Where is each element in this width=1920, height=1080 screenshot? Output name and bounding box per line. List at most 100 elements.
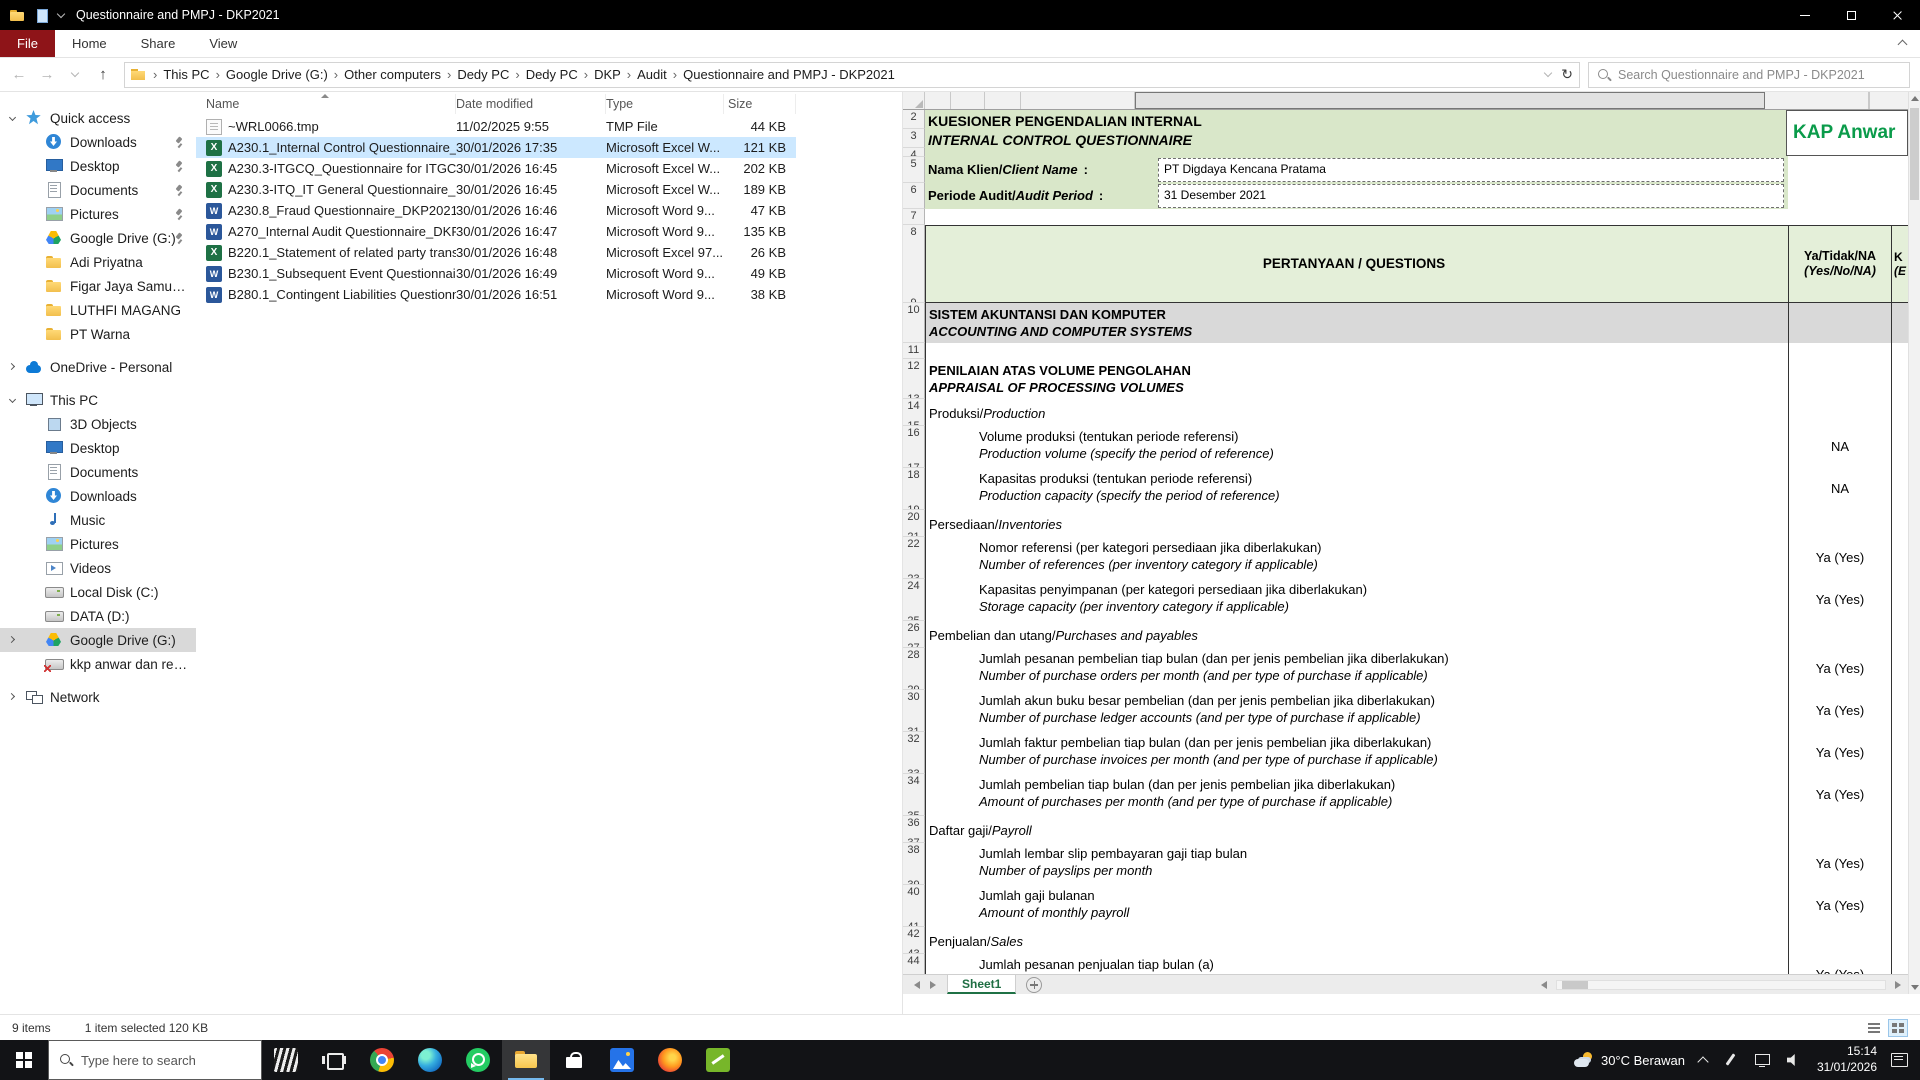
network-tray-icon[interactable] — [1753, 1052, 1771, 1068]
taskbar-app-button[interactable] — [454, 1040, 502, 1080]
taskbar-app-button[interactable] — [310, 1040, 358, 1080]
weather-widget[interactable]: 30°C Berawan — [1574, 1051, 1685, 1069]
breadcrumb-item[interactable]: › Other computers — [330, 67, 443, 82]
taskbar-app-button[interactable] — [502, 1040, 550, 1080]
breadcrumb-item[interactable]: › Google Drive (G:) — [212, 67, 330, 82]
sheet-nav-left-icon[interactable] — [914, 981, 920, 989]
breadcrumb-item[interactable]: › DKP — [580, 67, 623, 82]
sheet-nav-right-icon[interactable] — [930, 981, 936, 989]
expand-chevron-icon[interactable] — [8, 636, 15, 643]
sidebar-item[interactable]: Desktop — [0, 154, 196, 178]
expand-chevron-icon[interactable] — [9, 396, 16, 403]
address-bar[interactable]: › This PC › Google Drive (G:) › Other co… — [124, 62, 1580, 88]
breadcrumb-label[interactable]: Dedy PC — [455, 67, 511, 82]
sidebar-item[interactable]: 3D Objects — [0, 412, 196, 436]
sidebar-item[interactable]: Documents — [0, 178, 196, 202]
up-button[interactable]: ↑ — [90, 62, 116, 88]
sidebar-item[interactable]: DATA (D:) — [0, 604, 196, 628]
sidebar-item[interactable]: Network — [0, 685, 196, 709]
expand-chevron-icon[interactable] — [9, 114, 16, 121]
breadcrumb-item[interactable]: › Audit — [623, 67, 669, 82]
qat-properties-icon[interactable] — [34, 9, 50, 22]
sidebar-item[interactable]: Adi Priyatna — [0, 250, 196, 274]
sidebar-item[interactable]: Google Drive (G:) — [0, 628, 196, 652]
sidebar-item[interactable]: Desktop — [0, 436, 196, 460]
sidebar-item[interactable]: Pictures — [0, 202, 196, 226]
scroll-right-icon[interactable] — [1895, 981, 1901, 989]
vscroll-thumb[interactable] — [1910, 108, 1919, 200]
address-dropdown-icon[interactable] — [1544, 69, 1552, 77]
forward-button[interactable]: → — [34, 62, 60, 88]
breadcrumb-label[interactable]: Audit — [635, 67, 669, 82]
ribbon-tab[interactable]: File — [0, 30, 55, 57]
sidebar-item[interactable]: Downloads — [0, 484, 196, 508]
taskbar-clock[interactable]: 15:14 31/01/2026 — [1817, 1044, 1877, 1075]
column-header[interactable]: Date modified — [456, 94, 606, 114]
file-row[interactable]: A230.1_Internal Control Questionnaire_D.… — [196, 137, 796, 158]
file-row[interactable]: A230.3-ITQ_IT General Questionnaire_DK..… — [196, 179, 796, 200]
file-row[interactable]: A230.8_Fraud Questionnaire_DKP2021 30/01… — [196, 200, 796, 221]
recent-locations-button[interactable] — [62, 62, 88, 88]
breadcrumb-label[interactable]: Dedy PC — [524, 67, 580, 82]
start-button[interactable] — [0, 1040, 48, 1080]
ribbon-tab[interactable]: Share — [124, 30, 193, 57]
expand-chevron-icon[interactable] — [8, 363, 15, 370]
column-header[interactable]: Type — [606, 94, 724, 114]
taskbar-app-button[interactable] — [646, 1040, 694, 1080]
details-view-button[interactable] — [1864, 1019, 1884, 1037]
file-row[interactable]: A270_Internal Audit Questionnaire_DKP2..… — [196, 221, 796, 242]
breadcrumb-item[interactable]: › Dedy PC — [443, 67, 511, 82]
breadcrumb-item[interactable]: › Questionnaire and PMPJ - DKP2021 — [669, 67, 897, 82]
breadcrumb-label[interactable]: Google Drive (G:) — [224, 67, 330, 82]
vertical-scrollbar[interactable] — [1908, 92, 1920, 994]
sidebar-item[interactable]: Google Drive (G:) — [0, 226, 196, 250]
taskbar-app-button[interactable] — [550, 1040, 598, 1080]
file-row[interactable]: B220.1_Statement of related party transa… — [196, 242, 796, 263]
sidebar-item[interactable]: Figar Jaya Samudra — [0, 274, 196, 298]
taskbar-app-button[interactable] — [406, 1040, 454, 1080]
refresh-icon[interactable]: ↻ — [1561, 66, 1573, 83]
maximize-button[interactable] — [1828, 0, 1874, 30]
taskbar-app-button[interactable] — [262, 1040, 310, 1080]
taskbar-app-button[interactable] — [598, 1040, 646, 1080]
sidebar-item[interactable]: Documents — [0, 460, 196, 484]
expand-chevron-icon[interactable] — [8, 693, 15, 700]
thumbnail-view-button[interactable] — [1888, 1019, 1908, 1037]
file-row[interactable]: A230.3-ITGCQ_Questionnaire for ITGC_DK..… — [196, 158, 796, 179]
sidebar-item[interactable]: OneDrive - Personal — [0, 355, 196, 379]
taskbar-app-button[interactable] — [694, 1040, 742, 1080]
file-row[interactable]: ~WRL0066.tmp 11/02/2025 9:55 TMP File 44… — [196, 116, 796, 137]
hscroll-thumb[interactable] — [1562, 981, 1588, 989]
action-center-icon[interactable] — [1891, 1053, 1908, 1067]
breadcrumb-item[interactable]: › Dedy PC — [511, 67, 579, 82]
pen-tray-icon[interactable] — [1721, 1052, 1739, 1068]
sidebar-item[interactable]: kkp anwar dan rekan (\\1 — [0, 652, 196, 676]
explorer-search-box[interactable]: Search Questionnaire and PMPJ - DKP2021 — [1588, 62, 1910, 88]
scroll-up-icon[interactable] — [1911, 96, 1919, 101]
file-row[interactable]: B280.1_Contingent Liabilities Questionn.… — [196, 284, 796, 305]
ribbon-tab[interactable]: Home — [55, 30, 124, 57]
sheet-tab[interactable]: Sheet1 — [947, 975, 1016, 994]
sidebar-item[interactable]: LUTHFI MAGANG — [0, 298, 196, 322]
scroll-left-icon[interactable] — [1541, 981, 1547, 989]
volume-tray-icon[interactable] — [1785, 1052, 1803, 1068]
hscroll-track[interactable] — [1556, 980, 1886, 990]
breadcrumb-item[interactable]: › This PC — [149, 67, 212, 82]
taskbar-app-button[interactable] — [358, 1040, 406, 1080]
close-button[interactable] — [1874, 0, 1920, 30]
add-sheet-icon[interactable] — [1026, 977, 1042, 993]
scroll-down-icon[interactable] — [1911, 985, 1919, 990]
column-header[interactable]: Size — [724, 94, 796, 114]
column-header[interactable]: Name — [206, 94, 456, 114]
sidebar-item[interactable]: Pictures — [0, 532, 196, 556]
ribbon-collapse-icon[interactable] — [1898, 40, 1908, 50]
qat-customize-chevron-icon[interactable] — [57, 9, 65, 17]
sidebar-item[interactable]: Music — [0, 508, 196, 532]
sidebar-item[interactable]: Local Disk (C:) — [0, 580, 196, 604]
minimize-button[interactable] — [1782, 0, 1828, 30]
breadcrumb-label[interactable]: This PC — [161, 67, 211, 82]
horizontal-scrollbar[interactable] — [1536, 975, 1908, 994]
sidebar-item[interactable]: Downloads — [0, 130, 196, 154]
ribbon-tab[interactable]: View — [192, 30, 254, 57]
breadcrumb-label[interactable]: Questionnaire and PMPJ - DKP2021 — [681, 67, 897, 82]
